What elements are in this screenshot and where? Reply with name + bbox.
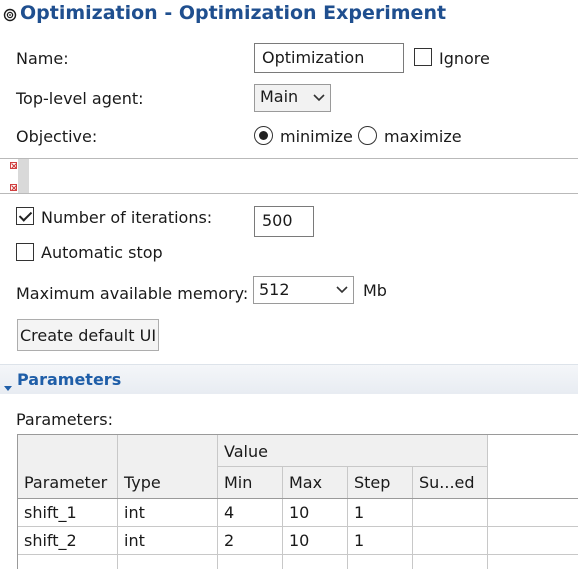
objective-code-editor[interactable] [0, 158, 578, 194]
cell-parameter[interactable]: shift_1 [18, 503, 77, 522]
grid-line [487, 435, 488, 569]
cell-type[interactable]: int [118, 503, 145, 522]
maximize-radio[interactable] [358, 126, 377, 145]
max-memory-value: 512 [259, 280, 290, 299]
top-level-agent-value: Main [260, 87, 299, 106]
parameters-table-label: Parameters: [16, 410, 113, 429]
cell-min[interactable]: 2 [218, 531, 234, 550]
cell-max[interactable]: 10 [283, 531, 309, 550]
grid-line [217, 466, 488, 467]
automatic-stop-checkbox[interactable] [16, 243, 34, 261]
top-level-agent-label: Top-level agent: [16, 89, 144, 108]
iterations-checkbox[interactable] [16, 207, 34, 225]
optimization-experiment-icon [3, 7, 17, 22]
column-header-type[interactable]: Type [118, 473, 161, 492]
editor-title-bar: Optimization - Optimization Experiment [0, 0, 578, 30]
max-memory-combo[interactable]: 512 [253, 276, 354, 304]
column-header-max[interactable]: Max [283, 473, 322, 492]
cell-type[interactable]: int [118, 531, 145, 550]
cell-parameter[interactable]: shift_2 [18, 531, 77, 550]
parameters-table: Parameter Type Value Min Max Step Su...e… [17, 434, 578, 569]
column-header-parameter[interactable]: Parameter [18, 473, 107, 492]
top-level-agent-select[interactable]: Main [254, 84, 331, 112]
cell-step[interactable]: 1 [348, 503, 364, 522]
column-header-suggested[interactable]: Su...ed [413, 473, 475, 492]
automatic-stop-label: Automatic stop [41, 243, 163, 262]
column-header-step[interactable]: Step [348, 473, 390, 492]
page-title: Optimization - Optimization Experiment [20, 2, 447, 24]
create-default-ui-button[interactable]: Create default UI [17, 319, 159, 351]
error-marker-icon [10, 162, 17, 169]
cell-max[interactable]: 10 [283, 503, 309, 522]
section-collapse-icon [4, 377, 12, 396]
iterations-label: Number of iterations: [41, 208, 213, 227]
cell-min[interactable]: 4 [218, 503, 234, 522]
minimize-label: minimize [280, 127, 353, 146]
column-header-min[interactable]: Min [218, 473, 252, 492]
ignore-label: Ignore [439, 49, 490, 68]
minimize-radio[interactable] [254, 126, 273, 145]
chevron-down-icon [336, 277, 348, 303]
iterations-input[interactable]: 500 [254, 206, 314, 237]
maximize-label: maximize [384, 127, 462, 146]
grid-line [18, 498, 578, 499]
ignore-checkbox[interactable] [414, 48, 432, 66]
objective-label: Objective: [16, 127, 98, 146]
memory-unit-label: Mb [363, 281, 387, 300]
column-group-value: Value [224, 442, 268, 461]
chevron-down-icon [313, 85, 325, 111]
parameters-section-header[interactable]: Parameters [0, 364, 578, 394]
objective-gutter-bar [18, 159, 29, 193]
max-memory-label: Maximum available memory: [16, 284, 249, 303]
grid-line [18, 554, 578, 555]
parameters-section-title: Parameters [17, 370, 122, 389]
error-marker-icon [10, 184, 17, 191]
name-input[interactable]: Optimization [254, 43, 404, 73]
grid-line [18, 526, 578, 527]
objective-gutter [0, 159, 29, 193]
name-label: Name: [16, 49, 69, 68]
cell-step[interactable]: 1 [348, 531, 364, 550]
